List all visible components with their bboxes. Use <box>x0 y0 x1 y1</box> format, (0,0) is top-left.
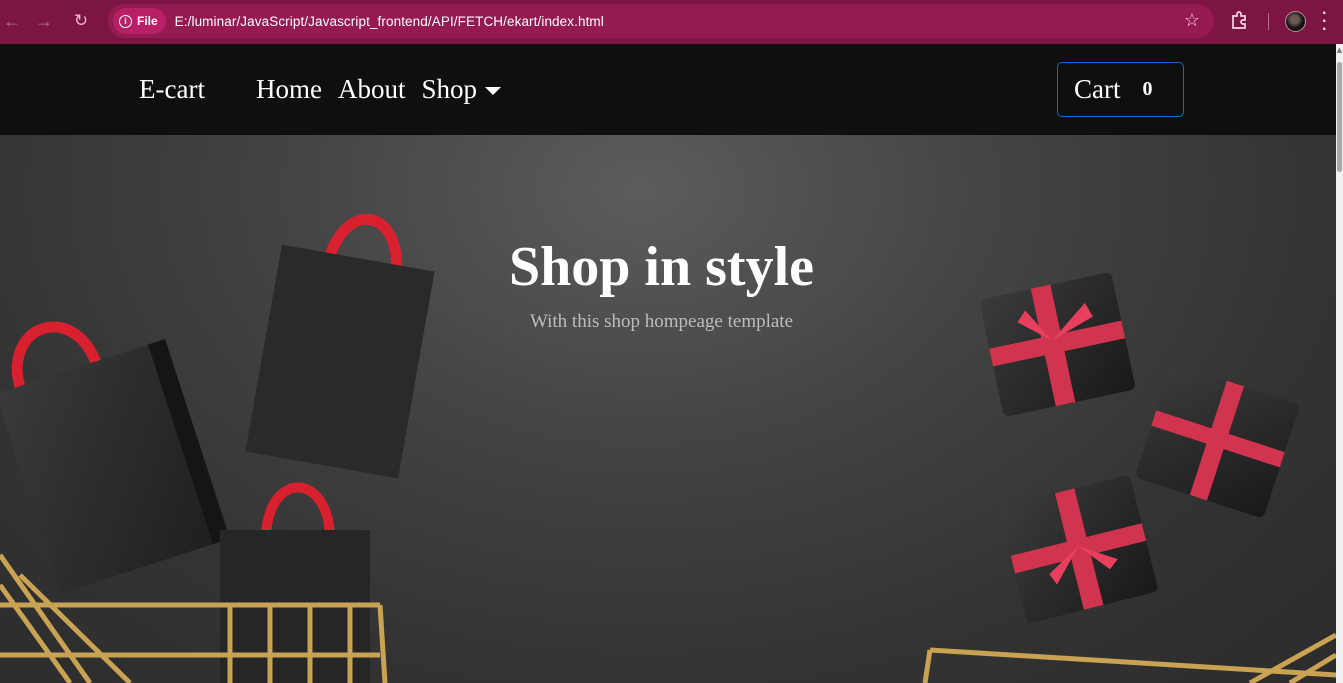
back-icon[interactable]: ← <box>0 6 27 36</box>
reload-icon[interactable]: ↻ <box>66 6 96 36</box>
hero-banner: Shop in style With this shop hompeage te… <box>0 135 1336 683</box>
scrollbar-thumb[interactable] <box>1337 62 1342 172</box>
hero-title: Shop in style <box>509 236 814 298</box>
scroll-up-arrow-icon[interactable]: ▲ <box>1336 46 1343 56</box>
nav-link-shop-label: Shop <box>421 74 478 104</box>
browser-toolbar: ← → ↻ i File E:/luminar/JavaScript/Javas… <box>0 0 1343 44</box>
gift-box-bottom <box>999 475 1158 623</box>
shopping-bag-left <box>0 321 230 594</box>
toolbar-divider <box>1268 13 1269 30</box>
chevron-down-icon <box>485 86 502 95</box>
nav-link-home[interactable]: Home <box>256 74 322 105</box>
nav-links: Home About Shop <box>256 74 502 105</box>
bookmark-star-icon[interactable]: ☆ <box>1184 10 1200 31</box>
info-icon: i <box>119 14 132 28</box>
page-viewport: E-cart Home About Shop Cart 0 Shop in st… <box>0 44 1343 683</box>
profile-avatar[interactable] <box>1285 11 1306 32</box>
nav-link-about[interactable]: About <box>338 74 406 105</box>
site-navbar: E-cart Home About Shop Cart 0 <box>0 44 1336 135</box>
url-text[interactable]: E:/luminar/JavaScript/Javascript_fronten… <box>175 14 604 29</box>
cart-label: Cart <box>1074 74 1121 104</box>
site-info-chip[interactable]: i File <box>113 8 166 34</box>
page-scrollbar[interactable]: ▲ <box>1336 44 1343 683</box>
forward-icon[interactable]: → <box>29 6 59 36</box>
hero-background-image <box>0 213 1336 683</box>
cart-count-badge: 0 <box>1142 78 1153 100</box>
nav-link-shop[interactable]: Shop <box>421 74 502 105</box>
brand-logo[interactable]: E-cart <box>139 74 205 105</box>
kebab-menu-icon[interactable]: · · · <box>1322 6 1327 38</box>
gift-box-right <box>1136 364 1299 518</box>
hero-subtitle: With this shop hompeage template <box>529 311 794 332</box>
chip-label: File <box>137 14 158 28</box>
cart-wire-right <box>922 632 1336 683</box>
extensions-icon[interactable] <box>1230 10 1250 30</box>
address-bar[interactable]: i File E:/luminar/JavaScript/Javascript_… <box>108 4 1214 38</box>
cart-button[interactable]: Cart 0 <box>1057 62 1184 117</box>
